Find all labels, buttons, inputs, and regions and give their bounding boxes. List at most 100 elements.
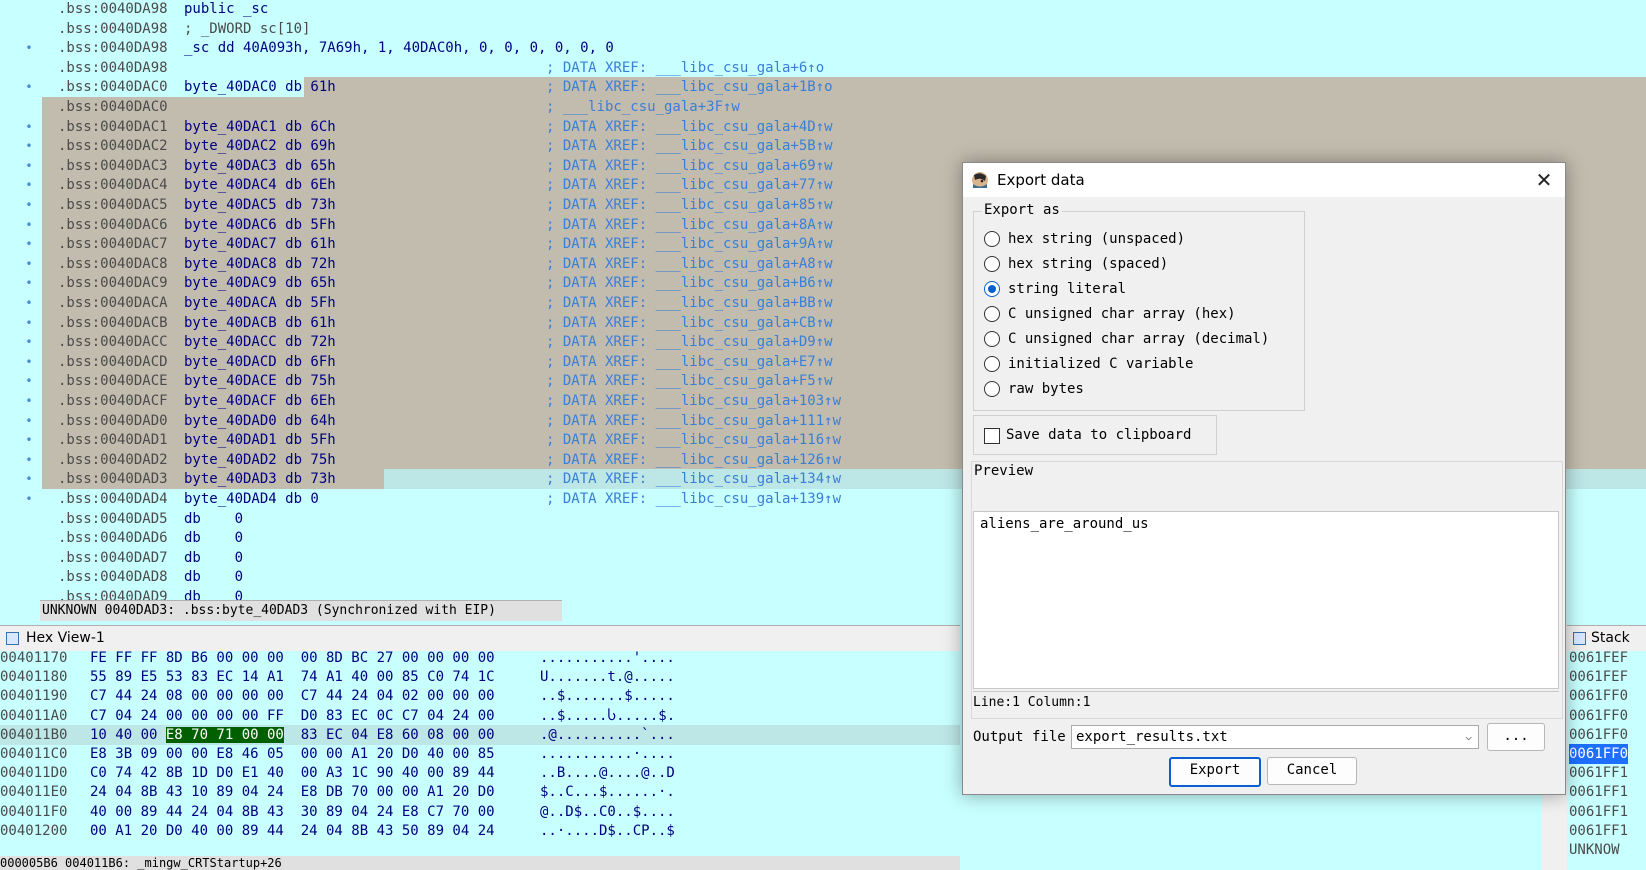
xref-comment[interactable]: ; DATA XREF: ___libc_csu_gala+5B↑w bbox=[546, 136, 833, 156]
hex-row[interactable]: 00401200 00 A1 20 D0 40 00 89 44 24 04 8B… bbox=[0, 821, 960, 841]
hex-row-bytes[interactable]: 55 89 E5 53 83 EC 14 A1 74 A1 40 00 85 C… bbox=[90, 667, 495, 687]
line-code[interactable]: byte_40DAC0 db 61h bbox=[184, 77, 336, 97]
stack-row[interactable]: 0061FF0 bbox=[1569, 744, 1629, 764]
export-format-option[interactable]: raw bytes bbox=[984, 378, 1284, 400]
line-code[interactable]: byte_40DAC8 db 72h bbox=[184, 254, 336, 274]
radio-button[interactable] bbox=[984, 231, 1000, 247]
stack-row[interactable]: 0061FEF bbox=[1569, 651, 1628, 668]
breakpoint-dot-icon[interactable]: • bbox=[24, 450, 34, 470]
stack-view-tab[interactable]: Stack bbox=[1567, 625, 1646, 651]
xref-comment[interactable]: ; DATA XREF: ___libc_csu_gala+77↑w bbox=[546, 175, 833, 195]
line-code[interactable]: byte_40DAC9 db 65h bbox=[184, 273, 336, 293]
hex-row-ascii[interactable]: .@..........`... bbox=[540, 725, 675, 745]
line-code[interactable]: byte_40DAD1 db 5Fh bbox=[184, 430, 336, 450]
line-code[interactable]: byte_40DACC db 72h bbox=[184, 332, 336, 352]
hex-row[interactable]: 004011A0 C7 04 24 00 00 00 00 FF D0 83 EC… bbox=[0, 706, 960, 726]
xref-comment[interactable]: ; DATA XREF: ___libc_csu_gala+126↑w bbox=[546, 450, 841, 470]
line-code[interactable]: byte_40DAD0 db 64h bbox=[184, 411, 336, 431]
line-code[interactable]: ; _DWORD sc[10] bbox=[184, 19, 310, 39]
line-code[interactable]: byte_40DAD2 db 75h bbox=[184, 450, 336, 470]
breakpoint-dot-icon[interactable]: • bbox=[24, 371, 34, 391]
breakpoint-dot-icon[interactable]: • bbox=[24, 215, 34, 235]
line-code[interactable]: byte_40DAD4 db 0 bbox=[184, 489, 319, 509]
disasm-line[interactable]: • .bss:0040DAC1 byte_40DAC1 db 6Ch ; DATA X… bbox=[0, 117, 1646, 137]
hex-row[interactable]: 00401180 55 89 E5 53 83 EC 14 A1 74 A1 40… bbox=[0, 667, 960, 687]
disasm-line[interactable]: .bss:0040DA98 public _sc bbox=[0, 0, 1646, 19]
dialog-titlebar[interactable]: Export data ✕ bbox=[963, 163, 1565, 197]
xref-comment[interactable]: ; DATA XREF: ___libc_csu_gala+F5↑w bbox=[546, 371, 833, 391]
xref-comment[interactable]: ; ___libc_csu_gala+3F↑w bbox=[546, 97, 740, 117]
disasm-line[interactable]: • .bss:0040DA98 _sc dd 40A093h, 7A69h, 1, … bbox=[0, 38, 1646, 58]
xref-comment[interactable]: ; DATA XREF: ___libc_csu_gala+139↑w bbox=[546, 489, 841, 509]
radio-button[interactable] bbox=[984, 281, 1000, 297]
line-code[interactable]: db 0 bbox=[184, 509, 243, 529]
line-code[interactable]: db 0 bbox=[184, 528, 243, 548]
breakpoint-dot-icon[interactable]: • bbox=[24, 175, 34, 195]
xref-comment[interactable]: ; DATA XREF: ___libc_csu_gala+116↑w bbox=[546, 430, 841, 450]
hex-row-ascii[interactable]: ...........·.... bbox=[540, 744, 675, 764]
radio-button[interactable] bbox=[984, 356, 1000, 372]
xref-comment[interactable]: ; DATA XREF: ___libc_csu_gala+1B↑o bbox=[546, 77, 833, 97]
hex-row-ascii[interactable]: ..$.......$..... bbox=[540, 686, 675, 706]
disasm-line[interactable]: .bss:0040DA98 ; _DWORD sc[10] bbox=[0, 19, 1646, 39]
line-code[interactable]: byte_40DACB db 61h bbox=[184, 313, 336, 333]
xref-comment[interactable]: ; DATA XREF: ___libc_csu_gala+85↑w bbox=[546, 195, 833, 215]
hex-row-bytes[interactable]: 00 A1 20 D0 40 00 89 44 24 04 8B 43 50 8… bbox=[90, 821, 495, 841]
export-format-option[interactable]: initialized C variable bbox=[984, 353, 1284, 375]
breakpoint-dot-icon[interactable]: • bbox=[24, 489, 34, 509]
xref-comment[interactable]: ; DATA XREF: ___libc_csu_gala+111↑w bbox=[546, 411, 841, 431]
hex-row[interactable]: 004011E0 24 04 8B 43 10 89 04 24 E8 DB 70… bbox=[0, 782, 960, 802]
stack-row[interactable]: 0061FF1 bbox=[1569, 763, 1628, 783]
breakpoint-dot-icon[interactable]: • bbox=[24, 352, 34, 372]
line-code[interactable]: byte_40DAC6 db 5Fh bbox=[184, 215, 336, 235]
hex-row-bytes[interactable]: E8 3B 09 00 00 E8 46 05 00 00 A1 20 D0 4… bbox=[90, 744, 495, 764]
hex-row-ascii[interactable]: @..D$..C0..$.... bbox=[540, 802, 675, 822]
xref-comment[interactable]: ; DATA XREF: ___libc_csu_gala+E7↑w bbox=[546, 352, 833, 372]
hex-row-bytes[interactable]: 40 00 89 44 24 04 8B 43 30 89 04 24 E8 C… bbox=[90, 802, 495, 822]
line-code[interactable]: byte_40DAC1 db 6Ch bbox=[184, 117, 336, 137]
breakpoint-dot-icon[interactable]: • bbox=[24, 411, 34, 431]
checkbox-box[interactable] bbox=[984, 428, 1000, 444]
stack-row[interactable]: 0061FF1 bbox=[1569, 782, 1628, 802]
xref-comment[interactable]: ; DATA XREF: ___libc_csu_gala+8A↑w bbox=[546, 215, 833, 235]
line-code[interactable]: _sc dd 40A093h, 7A69h, 1, 40DAC0h, 0, 0,… bbox=[184, 38, 614, 58]
xref-comment[interactable]: ; DATA XREF: ___libc_csu_gala+69↑w bbox=[546, 156, 833, 176]
breakpoint-dot-icon[interactable]: • bbox=[24, 234, 34, 254]
breakpoint-dot-icon[interactable]: • bbox=[24, 313, 34, 333]
breakpoint-dot-icon[interactable]: • bbox=[24, 117, 34, 137]
chevron-down-icon[interactable]: ⌵ bbox=[1465, 726, 1472, 748]
close-icon[interactable]: ✕ bbox=[1531, 167, 1557, 193]
breakpoint-dot-icon[interactable]: • bbox=[24, 195, 34, 215]
export-format-option[interactable]: C unsigned char array (hex) bbox=[984, 303, 1284, 325]
disasm-line[interactable]: .bss:0040DA98 ; DATA XREF: ___libc_csu_ga… bbox=[0, 58, 1646, 78]
stack-row[interactable]: 0061FEF bbox=[1569, 667, 1628, 687]
breakpoint-dot-icon[interactable]: • bbox=[24, 254, 34, 274]
breakpoint-dot-icon[interactable]: • bbox=[24, 430, 34, 450]
hex-row-ascii[interactable]: ..·....D$..CP..$ bbox=[540, 821, 675, 841]
hex-row-bytes[interactable]: C0 74 42 8B 1D D0 E1 40 00 A3 1C 90 40 0… bbox=[90, 763, 495, 783]
export-format-option[interactable]: C unsigned char array (decimal) bbox=[984, 328, 1284, 350]
hex-row[interactable]: 004011C0 E8 3B 09 00 00 E8 46 05 00 00 A1… bbox=[0, 744, 960, 764]
export-format-option[interactable]: hex string (unspaced) bbox=[984, 228, 1284, 250]
xref-comment[interactable]: ; DATA XREF: ___libc_csu_gala+D9↑w bbox=[546, 332, 833, 352]
radio-button[interactable] bbox=[984, 331, 1000, 347]
stack-row[interactable]: 0061FF1 bbox=[1569, 821, 1628, 841]
breakpoint-dot-icon[interactable]: • bbox=[24, 136, 34, 156]
save-to-clipboard-checkbox[interactable]: Save data to clipboard bbox=[984, 426, 1204, 444]
breakpoint-dot-icon[interactable]: • bbox=[24, 332, 34, 352]
breakpoint-dot-icon[interactable]: • bbox=[24, 391, 34, 411]
radio-button[interactable] bbox=[984, 381, 1000, 397]
line-code[interactable]: byte_40DAC4 db 6Eh bbox=[184, 175, 336, 195]
line-code[interactable]: db 0 bbox=[184, 567, 243, 587]
xref-comment[interactable]: ; DATA XREF: ___libc_csu_gala+A8↑w bbox=[546, 254, 833, 274]
preview-textarea[interactable]: aliens_are_around_us bbox=[973, 511, 1559, 689]
breakpoint-dot-icon[interactable]: • bbox=[24, 273, 34, 293]
xref-comment[interactable]: ; DATA XREF: ___libc_csu_gala+9A↑w bbox=[546, 234, 833, 254]
hex-row[interactable]: 004011D0 C0 74 42 8B 1D D0 E1 40 00 A3 1C… bbox=[0, 763, 960, 783]
export-format-option[interactable]: string literal bbox=[984, 278, 1284, 300]
breakpoint-dot-icon[interactable]: • bbox=[24, 38, 34, 58]
stack-row[interactable]: 0061FF0 bbox=[1569, 706, 1628, 726]
browse-button[interactable]: ... bbox=[1487, 723, 1545, 751]
breakpoint-dot-icon[interactable]: • bbox=[24, 77, 34, 97]
radio-button[interactable] bbox=[984, 306, 1000, 322]
